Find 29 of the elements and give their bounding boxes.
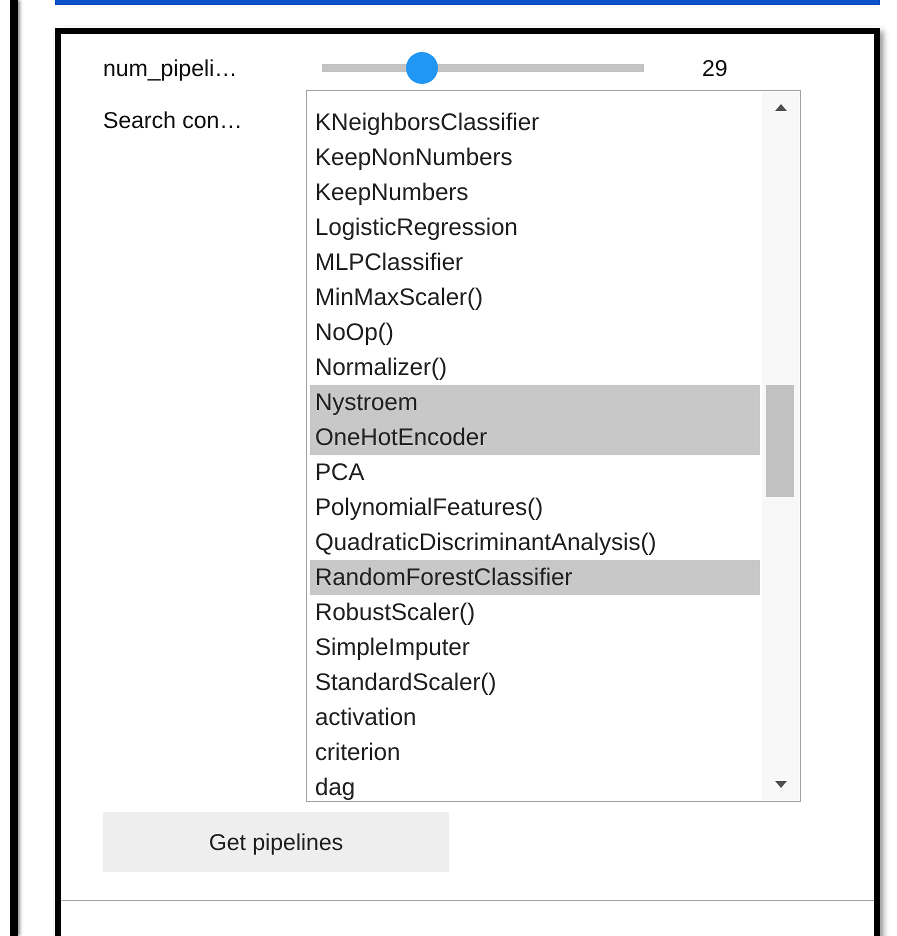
slider-label: num_pipeli… (103, 54, 238, 82)
list-option[interactable]: activation (310, 700, 760, 735)
list-option[interactable]: OneHotEncoder (310, 420, 760, 455)
search-label: Search con… (103, 106, 244, 135)
scroll-up-icon[interactable] (775, 103, 787, 111)
list-option[interactable]: dag (310, 770, 760, 801)
list-option[interactable]: KeepNonNumbers (310, 140, 760, 175)
list-option[interactable]: QuadraticDiscriminantAnalysis() (310, 525, 760, 560)
list-option[interactable]: NoOp() (310, 315, 760, 350)
list-option[interactable]: PCA (310, 455, 760, 490)
list-option[interactable]: Normalizer() (310, 350, 760, 385)
scroll-down-icon[interactable] (775, 781, 787, 789)
multi-select-list[interactable] (306, 90, 801, 802)
list-option[interactable]: MinMaxScaler() (310, 280, 760, 315)
get-pipelines-button[interactable]: Get pipelines (103, 812, 449, 872)
list-option[interactable]: KNeighborsClassifier (310, 105, 760, 140)
list-option[interactable]: MLPClassifier (310, 245, 760, 280)
list-option[interactable]: StandardScaler() (310, 665, 760, 700)
list-option[interactable]: PolynomialFeatures() (310, 490, 760, 525)
slider-thumb[interactable] (406, 52, 438, 84)
list-option[interactable]: RobustScaler() (310, 595, 760, 630)
list-option[interactable]: RandomForestClassifier (310, 560, 760, 595)
list-option[interactable]: criterion (310, 735, 760, 770)
list-option[interactable]: SimpleImputer (310, 630, 760, 665)
list-option[interactable]: Nystroem (310, 385, 760, 420)
slider-value: 29 (702, 54, 728, 82)
list-option[interactable]: LogisticRegression (310, 210, 760, 245)
scrollbar-thumb[interactable] (766, 385, 794, 497)
list-option[interactable]: KeepNumbers (310, 175, 760, 210)
